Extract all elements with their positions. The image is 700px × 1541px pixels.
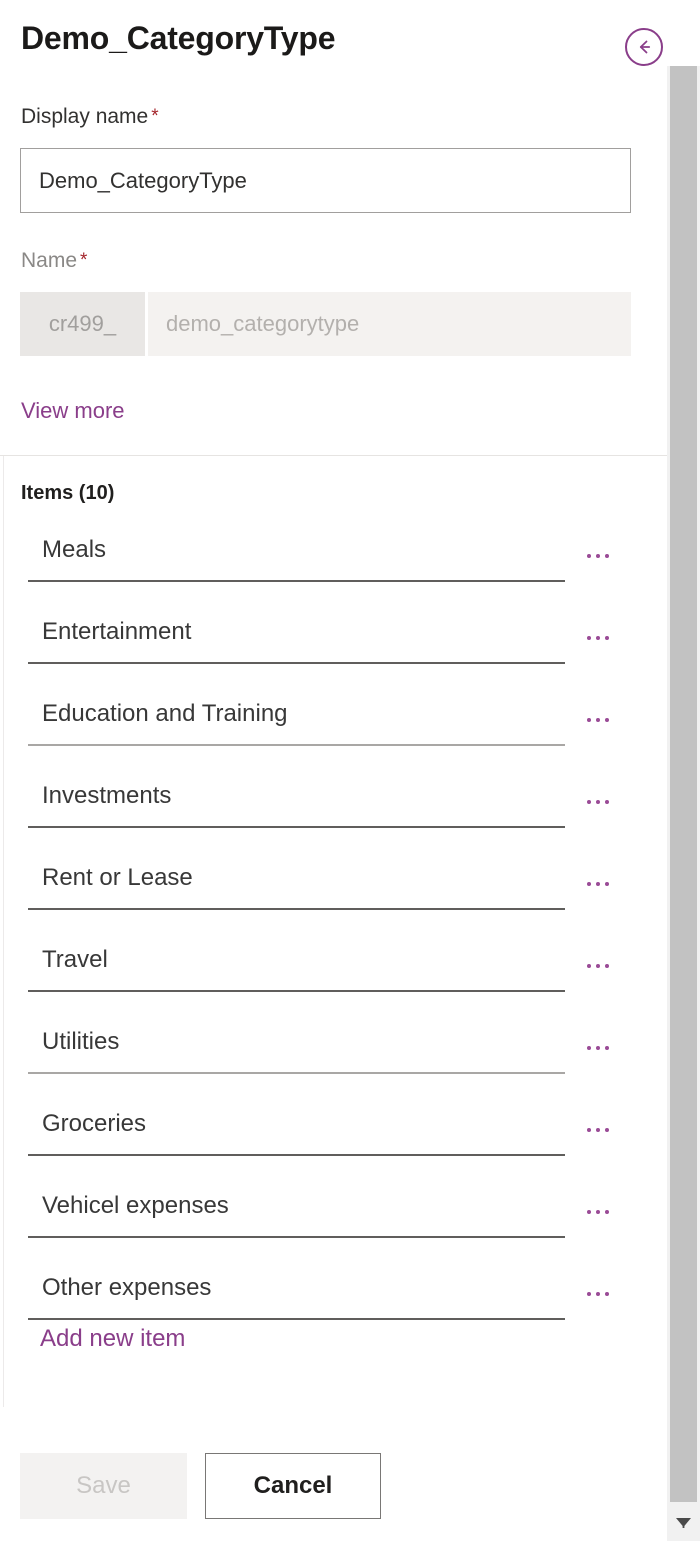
view-more-link[interactable]: View more (21, 398, 125, 424)
name-field-group: cr499_ (20, 292, 631, 356)
page-title: Demo_CategoryType (21, 20, 336, 56)
item-input[interactable] (28, 526, 565, 582)
more-options-icon[interactable] (576, 1196, 620, 1228)
more-options-icon[interactable] (576, 868, 620, 900)
more-options-icon[interactable] (576, 786, 620, 818)
list-item (0, 764, 667, 846)
display-name-label: Display name * (21, 105, 159, 129)
more-options-icon[interactable] (576, 622, 620, 654)
item-input[interactable] (28, 936, 565, 992)
panel-footer: Save Cancel (0, 1407, 667, 1541)
more-options-icon[interactable] (576, 704, 620, 736)
item-input[interactable] (28, 1018, 565, 1074)
list-item (0, 928, 667, 1010)
list-item (0, 682, 667, 764)
item-input[interactable] (28, 1264, 565, 1320)
more-options-icon[interactable] (576, 950, 620, 982)
more-options-icon[interactable] (576, 1278, 620, 1310)
more-options-icon[interactable] (576, 540, 620, 572)
entity-choice-panel: Demo_CategoryType Display name* Name* cr… (0, 0, 667, 1541)
more-options-icon[interactable] (576, 1114, 620, 1146)
item-input[interactable] (28, 690, 565, 746)
scrollbar-down-button[interactable] (667, 1507, 700, 1541)
list-item (0, 518, 667, 600)
list-item (0, 1092, 667, 1174)
chevron-down-icon (675, 1515, 692, 1533)
list-item (0, 846, 667, 928)
cancel-button[interactable]: Cancel (205, 1453, 381, 1519)
circled-back-arrow-icon (634, 37, 654, 57)
list-item (0, 1010, 667, 1092)
panel-header: Demo_CategoryType (0, 0, 667, 88)
display-name-required-marker: * (151, 106, 159, 127)
scrollbar-thumb[interactable] (670, 66, 697, 1502)
item-input[interactable] (28, 1100, 565, 1156)
back-button[interactable] (625, 28, 663, 66)
items-section: Items (10) Meals Entertainment Education… (0, 456, 667, 1407)
name-required-marker: * (80, 250, 88, 271)
name-prefix-label: cr499_ (20, 292, 145, 356)
item-input[interactable] (28, 1182, 565, 1238)
item-input[interactable] (28, 772, 565, 828)
list-item (0, 600, 667, 682)
display-name-label-text: Display name (21, 105, 149, 128)
vertical-scrollbar[interactable] (667, 0, 700, 1541)
items-heading: Items (10) (21, 482, 115, 504)
scrollbar-top-gap (667, 0, 700, 66)
name-input (148, 292, 631, 356)
more-options-icon[interactable] (576, 1032, 620, 1064)
save-button[interactable]: Save (20, 1453, 187, 1519)
list-item (0, 1174, 667, 1256)
name-label-text: Name (21, 249, 78, 272)
item-input[interactable] (28, 608, 565, 664)
item-input[interactable] (28, 854, 565, 910)
add-new-item-link[interactable]: Add new item (40, 1325, 185, 1353)
name-label: Name * (21, 249, 87, 273)
display-name-input[interactable] (20, 148, 631, 213)
